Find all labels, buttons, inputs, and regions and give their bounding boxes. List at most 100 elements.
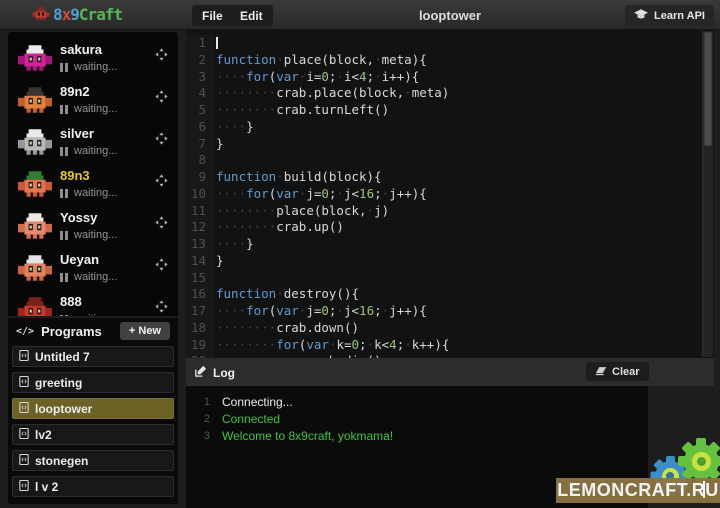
- move-icon[interactable]: [155, 48, 168, 61]
- line-number: 3: [186, 69, 214, 86]
- pause-icon: [60, 231, 63, 240]
- program-file-icon: [19, 401, 29, 417]
- log-title: Log: [194, 365, 235, 381]
- graduation-cap-icon: [634, 9, 648, 23]
- move-icon[interactable]: [155, 300, 168, 313]
- line-number: 13: [186, 236, 214, 253]
- player-row[interactable]: Ueyanwaiting...: [8, 247, 178, 289]
- code-line[interactable]: 17····for(var·j=0;·j<16;·j++){: [186, 303, 714, 320]
- move-icon[interactable]: [155, 216, 168, 229]
- code-icon: </>: [16, 326, 34, 337]
- code-line[interactable]: 6····}: [186, 119, 714, 136]
- code-line[interactable]: 13····}: [186, 236, 714, 253]
- log-message: Connecting...: [222, 394, 293, 411]
- code-line[interactable]: 8: [186, 152, 714, 169]
- code-line[interactable]: 11········place(block,·j): [186, 203, 714, 220]
- line-content: ········crab.place(block,·meta): [214, 85, 449, 102]
- learn-api-button[interactable]: Learn API: [625, 5, 714, 26]
- code-line[interactable]: 3····for(var·i=0;·i<4;·i++){: [186, 69, 714, 86]
- code-line[interactable]: 9function·build(block){: [186, 169, 714, 186]
- program-item-stonegen[interactable]: stonegen: [12, 450, 174, 471]
- player-status: waiting...: [60, 103, 117, 115]
- program-item-untitled-7[interactable]: Untitled 7: [12, 346, 174, 367]
- programs-title: Programs: [41, 324, 113, 339]
- player-status-text: waiting...: [74, 271, 117, 283]
- clear-log-label: Clear: [612, 366, 640, 378]
- watermark-banner: LEMONCRAFT.RU: [556, 478, 720, 503]
- player-avatar-icon: [18, 297, 52, 316]
- new-program-button[interactable]: + New: [120, 322, 170, 340]
- code-line[interactable]: 19········for(var·k=0;·k<4;·k++){: [186, 337, 714, 354]
- program-item-label: stonegen: [35, 454, 88, 468]
- code-line[interactable]: 4········crab.place(block,·meta): [186, 85, 714, 102]
- code-line[interactable]: 12········crab.up(): [186, 219, 714, 236]
- line-content: function·build(block){: [214, 169, 382, 186]
- code-line[interactable]: 15: [186, 270, 714, 287]
- player-name: Yossy: [60, 210, 97, 225]
- players-list: sakurawaiting... 89n2waiting... silverwa…: [8, 32, 178, 316]
- log-header: Log Clear: [186, 358, 714, 386]
- player-row[interactable]: 888waiting...: [8, 289, 178, 316]
- pause-icon: [60, 63, 63, 72]
- player-row[interactable]: Yossy waiting...: [8, 205, 178, 247]
- scrollbar-thumb[interactable]: [704, 32, 712, 146]
- program-item-label: l v 2: [35, 480, 58, 494]
- program-item-l-v-2[interactable]: l v 2: [12, 476, 174, 497]
- program-file-icon: [19, 375, 29, 391]
- program-item-lv2[interactable]: lv2: [12, 424, 174, 445]
- program-file-icon: [19, 453, 29, 469]
- player-row[interactable]: silverwaiting...: [8, 121, 178, 163]
- editor-scrollbar[interactable]: [702, 31, 713, 357]
- learn-api-label: Learn API: [654, 10, 705, 22]
- code-line[interactable]: 16function·destroy(){: [186, 286, 714, 303]
- line-content: ····for(var·j=0;·j<16;·j++){: [214, 303, 427, 320]
- line-number: 6: [186, 119, 214, 136]
- code-line[interactable]: 5········crab.turnLeft(): [186, 102, 714, 119]
- code-editor[interactable]: 12function·place(block,·meta){3····for(v…: [186, 30, 714, 358]
- player-status: waiting...: [60, 145, 117, 157]
- log-message: Welcome to 8x9craft, yokmama!: [222, 428, 393, 445]
- move-icon[interactable]: [155, 90, 168, 103]
- code-area[interactable]: 12function·place(block,·meta){3····for(v…: [186, 30, 714, 358]
- crab-logo-icon: [32, 5, 50, 24]
- code-line[interactable]: 18········crab.down(): [186, 320, 714, 337]
- code-line[interactable]: 2function·place(block,·meta){: [186, 52, 714, 69]
- player-name: sakura: [60, 42, 102, 57]
- document-title: looptower: [260, 8, 640, 23]
- program-item-looptower[interactable]: looptower: [12, 398, 174, 419]
- move-icon[interactable]: [155, 174, 168, 187]
- program-item-label: lv2: [35, 428, 52, 442]
- player-name: 89n2: [60, 84, 90, 99]
- line-number: 17: [186, 303, 214, 320]
- clear-log-button[interactable]: Clear: [586, 362, 649, 381]
- player-status: waiting...: [60, 271, 117, 283]
- line-content: }: [214, 253, 224, 270]
- code-line[interactable]: 7}: [186, 136, 714, 153]
- player-row[interactable]: 89n2 waiting...: [8, 79, 178, 121]
- move-icon[interactable]: [155, 132, 168, 145]
- top-bar: 8x9Craft File Edit looptower Learn API: [0, 0, 720, 30]
- line-number: 18: [186, 320, 214, 337]
- player-avatar-icon: [18, 213, 52, 239]
- code-line[interactable]: 1: [186, 35, 714, 52]
- pause-icon: [60, 147, 63, 156]
- line-content: [214, 270, 216, 287]
- line-number: 1: [186, 35, 214, 52]
- code-line[interactable]: 14}: [186, 253, 714, 270]
- program-item-greeting[interactable]: greeting: [12, 372, 174, 393]
- line-number: 12: [186, 219, 214, 236]
- pause-icon: [60, 105, 63, 114]
- programs-list: Untitled 7 greeting looptower lv2 stoneg…: [8, 344, 178, 497]
- program-item-label: greeting: [35, 376, 82, 390]
- line-number: 14: [186, 253, 214, 270]
- player-status: waiting...: [60, 229, 117, 241]
- line-content: [214, 152, 216, 169]
- eraser-icon: [595, 365, 607, 379]
- line-number: 5: [186, 102, 214, 119]
- menu-file-button[interactable]: File: [192, 5, 233, 26]
- player-row[interactable]: sakurawaiting...: [8, 37, 178, 79]
- move-icon[interactable]: [155, 258, 168, 271]
- player-row[interactable]: 89n3waiting...: [8, 163, 178, 205]
- code-line[interactable]: 10····for(var·j=0;·j<16;·j++){: [186, 186, 714, 203]
- line-content: ····}: [214, 236, 254, 253]
